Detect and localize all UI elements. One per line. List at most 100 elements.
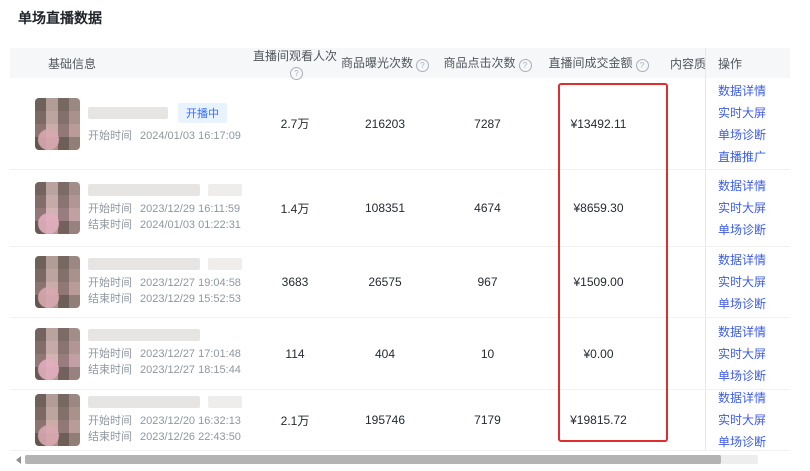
table-row: 开播中 开始时间2024/01/03 16:17:09 2.7万 216203 … <box>10 78 790 170</box>
actions-cell: 数据详情 实时大屏 单场诊断 <box>705 247 790 317</box>
live-info: 开始时间2023/12/27 17:01:48 结束时间2023/12/27 1… <box>88 329 241 378</box>
actions-cell: 数据详情 实时大屏 单场诊断 <box>705 390 790 450</box>
live-cover-thumbnail <box>35 182 80 234</box>
scroll-left-arrow-icon[interactable] <box>16 456 21 464</box>
blurred-live-title <box>208 396 242 408</box>
info-icon[interactable] <box>290 67 303 80</box>
viewers-value: 114 <box>250 347 340 361</box>
action-realtime-screen[interactable]: 实时大屏 <box>718 271 790 293</box>
clicks-value: 4674 <box>430 201 545 215</box>
blurred-live-title <box>88 329 200 341</box>
action-data-details[interactable]: 数据详情 <box>718 321 790 343</box>
start-time: 开始时间2023/12/27 17:01:48 <box>88 346 241 362</box>
exposures-value: 216203 <box>340 117 430 131</box>
live-cover-thumbnail <box>35 394 80 446</box>
gmv-value: ¥1509.00 <box>545 275 670 289</box>
horizontal-scrollbar <box>16 455 758 464</box>
live-sessions-table: 基础信息 直播间观看人次 商品曝光次数 商品点击次数 直播间成交金额 内容质量 … <box>10 48 790 451</box>
action-realtime-screen[interactable]: 实时大屏 <box>718 197 790 219</box>
live-info: 开始时间2023/12/27 19:04:58 结束时间2023/12/29 1… <box>88 258 242 307</box>
info-icon[interactable] <box>519 59 532 72</box>
basic-info-cell: 开始时间2023/12/27 17:01:48 结束时间2023/12/27 1… <box>10 328 250 380</box>
basic-info-cell: 开始时间2023/12/27 19:04:58 结束时间2023/12/29 1… <box>10 256 250 308</box>
action-data-details[interactable]: 数据详情 <box>718 80 790 102</box>
col-product-clicks: 商品点击次数 <box>430 54 545 72</box>
col-product-exposures: 商品曝光次数 <box>340 54 430 72</box>
action-session-diagnosis[interactable]: 单场诊断 <box>718 124 790 146</box>
scrollbar-thumb[interactable] <box>25 455 721 464</box>
exposures-value: 26575 <box>340 275 430 289</box>
table-row: 开始时间2023/12/27 19:04:58 结束时间2023/12/29 1… <box>10 247 790 318</box>
basic-info-cell: 开播中 开始时间2024/01/03 16:17:09 <box>10 98 250 150</box>
exposures-value: 404 <box>340 347 430 361</box>
action-data-details[interactable]: 数据详情 <box>718 175 790 197</box>
blurred-live-title <box>88 396 200 408</box>
col-label: 商品点击次数 <box>443 56 515 70</box>
start-time: 开始时间2024/01/03 16:17:09 <box>88 128 241 144</box>
end-time: 结束时间2023/12/26 22:43:50 <box>88 429 242 445</box>
table-header: 基础信息 直播间观看人次 商品曝光次数 商品点击次数 直播间成交金额 内容质量 … <box>10 48 790 78</box>
end-time: 结束时间2024/01/03 01:22:31 <box>88 217 242 233</box>
viewers-value: 2.1万 <box>250 412 340 429</box>
col-label: 操作 <box>718 55 790 72</box>
col-label: 商品曝光次数 <box>341 56 413 70</box>
live-cover-thumbnail <box>35 256 80 308</box>
live-info: 开始时间2023/12/29 16:11:59 结束时间2024/01/03 0… <box>88 184 242 233</box>
start-time: 开始时间2023/12/20 16:32:13 <box>88 413 242 429</box>
clicks-value: 967 <box>430 275 545 289</box>
action-realtime-screen[interactable]: 实时大屏 <box>718 409 790 431</box>
col-content-quality: 内容质量 <box>670 55 705 72</box>
basic-info-cell: 开始时间2023/12/29 16:11:59 结束时间2024/01/03 0… <box>10 182 250 234</box>
exposures-value: 108351 <box>340 201 430 215</box>
action-data-details[interactable]: 数据详情 <box>718 387 790 409</box>
col-label: 内容质量 <box>670 57 705 71</box>
start-time: 开始时间2023/12/29 16:11:59 <box>88 201 242 217</box>
blurred-live-title <box>88 184 200 196</box>
action-realtime-screen[interactable]: 实时大屏 <box>718 343 790 365</box>
table-row: 开始时间2023/12/27 17:01:48 结束时间2023/12/27 1… <box>10 318 790 390</box>
col-basic-info: 基础信息 <box>10 55 250 72</box>
scrollbar-track[interactable] <box>25 455 758 464</box>
blurred-live-title <box>88 107 168 119</box>
action-live-promotion[interactable]: 直播推广 <box>718 146 790 168</box>
col-viewers: 直播间观看人次 <box>250 47 340 80</box>
exposures-value: 195746 <box>340 413 430 427</box>
clicks-value: 7287 <box>430 117 545 131</box>
blurred-live-title <box>208 184 242 196</box>
page-title: 单场直播数据 <box>18 8 102 28</box>
gmv-value: ¥8659.30 <box>545 201 670 215</box>
action-session-diagnosis[interactable]: 单场诊断 <box>718 365 790 387</box>
action-data-details[interactable]: 数据详情 <box>718 249 790 271</box>
live-info: 开播中 开始时间2024/01/03 16:17:09 <box>88 103 241 144</box>
table-row: 开始时间2023/12/29 16:11:59 结束时间2024/01/03 0… <box>10 170 790 247</box>
clicks-value: 10 <box>430 347 545 361</box>
end-time: 结束时间2023/12/27 18:15:44 <box>88 362 241 378</box>
blurred-live-title <box>88 258 200 270</box>
live-status-badge: 开播中 <box>178 103 227 123</box>
action-session-diagnosis[interactable]: 单场诊断 <box>718 219 790 241</box>
info-icon[interactable] <box>416 59 429 72</box>
actions-cell: 数据详情 实时大屏 单场诊断 <box>705 170 790 246</box>
action-session-diagnosis[interactable]: 单场诊断 <box>718 293 790 315</box>
col-label: 直播间成交金额 <box>548 56 632 70</box>
table-row: 开始时间2023/12/20 16:32:13 结束时间2023/12/26 2… <box>10 390 790 451</box>
col-actions: 操作 <box>705 48 790 78</box>
basic-info-cell: 开始时间2023/12/20 16:32:13 结束时间2023/12/26 2… <box>10 394 250 446</box>
start-time: 开始时间2023/12/27 19:04:58 <box>88 275 242 291</box>
gmv-value: ¥19815.72 <box>545 413 670 427</box>
actions-cell: 数据详情 实时大屏 单场诊断 <box>705 318 790 389</box>
live-cover-thumbnail <box>35 98 80 150</box>
col-gmv: 直播间成交金额 <box>545 54 670 72</box>
live-cover-thumbnail <box>35 328 80 380</box>
gmv-value: ¥13492.11 <box>545 117 670 131</box>
end-time: 结束时间2023/12/29 15:52:53 <box>88 291 242 307</box>
col-label: 直播间观看人次 <box>253 49 337 63</box>
info-icon[interactable] <box>636 59 649 72</box>
viewers-value: 3683 <box>250 275 340 289</box>
viewers-value: 1.4万 <box>250 200 340 217</box>
col-label: 基础信息 <box>48 57 96 71</box>
gmv-value: ¥0.00 <box>545 347 670 361</box>
live-info: 开始时间2023/12/20 16:32:13 结束时间2023/12/26 2… <box>88 396 242 445</box>
action-session-diagnosis[interactable]: 单场诊断 <box>718 431 790 453</box>
action-realtime-screen[interactable]: 实时大屏 <box>718 102 790 124</box>
